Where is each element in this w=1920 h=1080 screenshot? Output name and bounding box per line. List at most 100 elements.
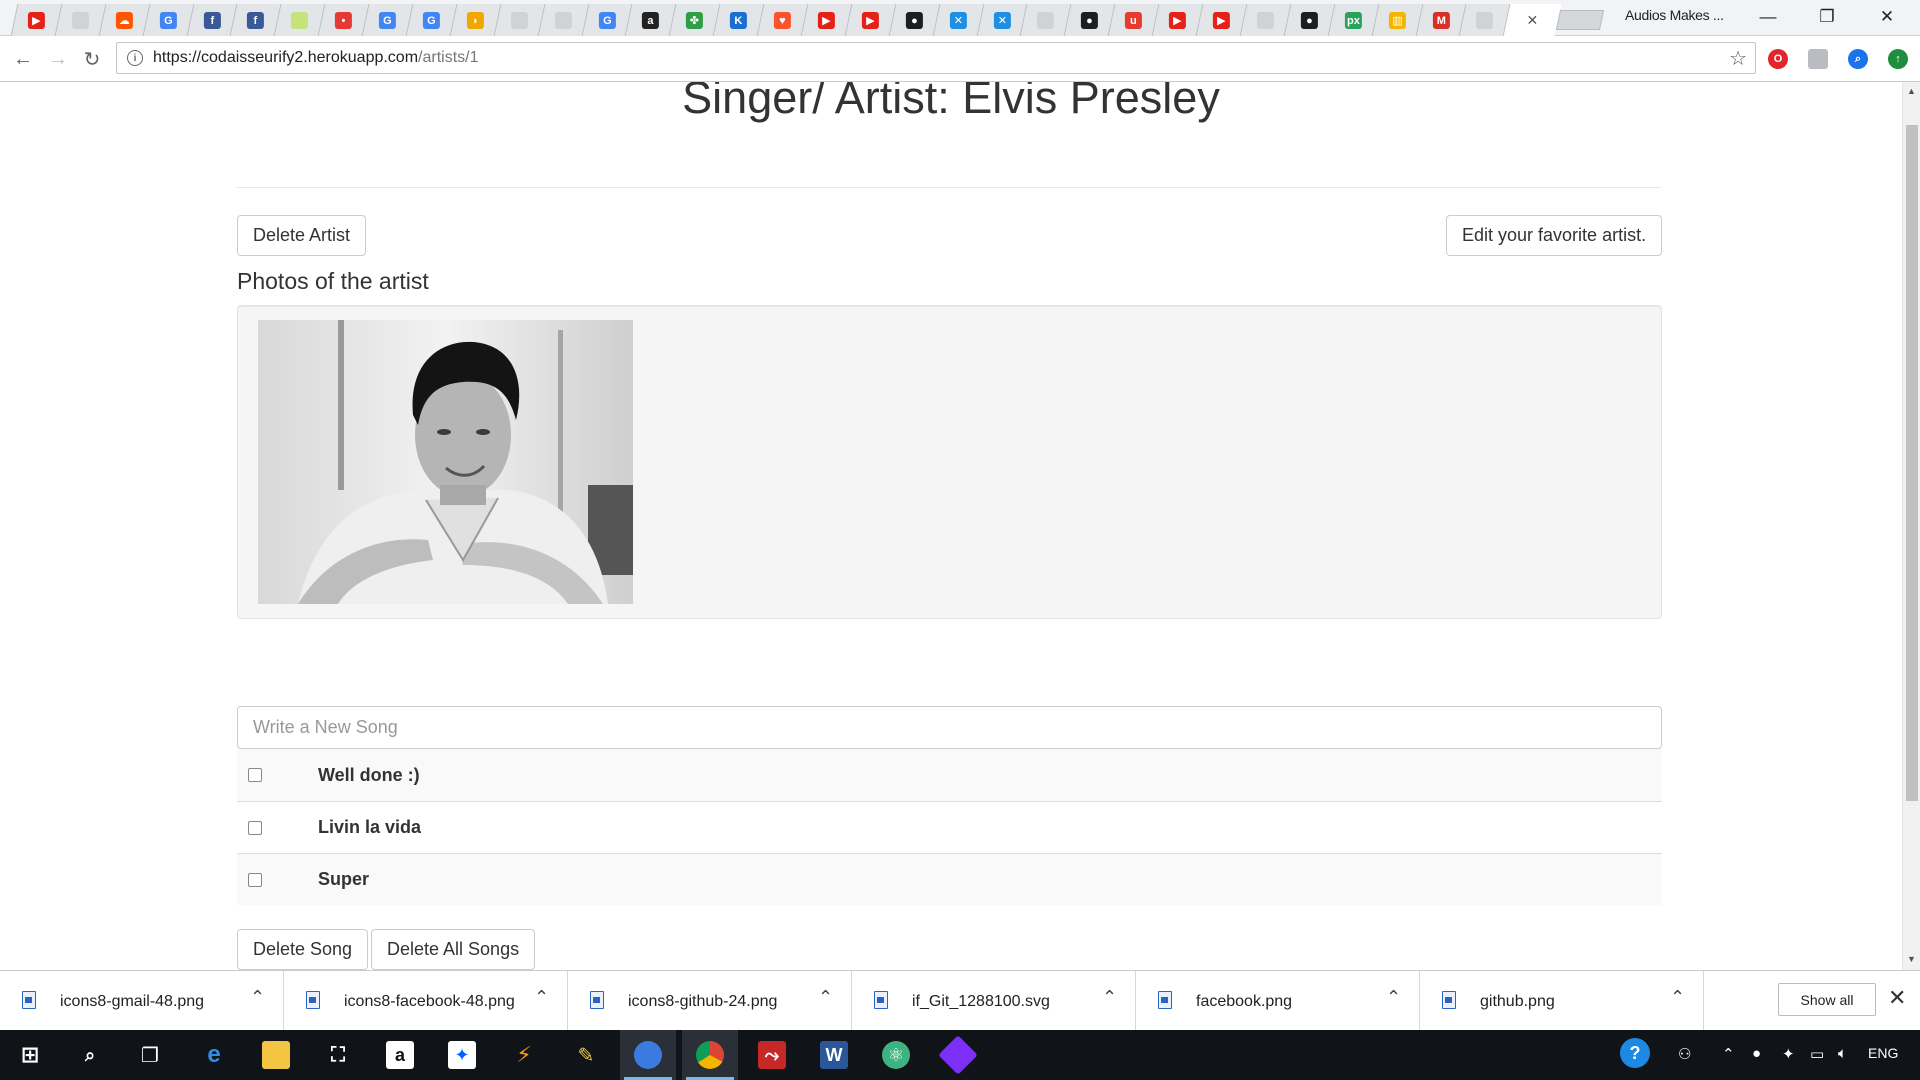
word-icon[interactable]: W (806, 1030, 862, 1080)
show-all-button[interactable]: Show all (1778, 983, 1876, 1016)
browser-tab[interactable]: • (317, 4, 369, 36)
browser-tab[interactable]: G (142, 4, 193, 36)
download-item[interactable]: if_Git_1288100.svg ⌃ (852, 971, 1136, 1031)
browser-tab[interactable] (493, 4, 545, 36)
dropbox-icon[interactable]: ✦ (434, 1030, 490, 1080)
browser-tab[interactable]: px (1327, 4, 1379, 36)
download-item[interactable]: github.png ⌃ (1420, 971, 1704, 1031)
browser-tab[interactable]: ▶ (1195, 4, 1247, 36)
chevron-up-icon[interactable]: ⌃ (534, 987, 549, 1008)
browser-tab[interactable]: ▶ (800, 4, 852, 36)
bookmark-star-icon[interactable]: ☆ (1729, 46, 1747, 71)
close-tab-icon[interactable]: ✕ (1524, 12, 1541, 29)
page-scrollbar[interactable]: ▲ ▼ (1902, 82, 1920, 970)
acrobat-icon[interactable]: ⤳ (744, 1030, 800, 1080)
tray-chevron-icon[interactable]: ⌃ (1722, 1045, 1735, 1063)
song-checkbox[interactable] (248, 872, 262, 887)
opera-icon[interactable]: O (1768, 49, 1788, 69)
download-item[interactable]: icons8-gmail-48.png ⌃ (0, 971, 284, 1031)
browser-tab[interactable]: ● (1063, 4, 1115, 36)
browser-tab[interactable]: G (581, 4, 632, 36)
browser-tab[interactable]: M (1415, 4, 1466, 36)
browser-tab[interactable]: G (405, 4, 457, 36)
chevron-up-icon[interactable]: ⌃ (250, 987, 265, 1008)
browser-tab[interactable] (1239, 4, 1291, 36)
dropbox-tray-icon[interactable]: ✦ (1782, 1045, 1795, 1063)
volume-icon[interactable]: 🔈︎ (1838, 1045, 1847, 1062)
browser-tab[interactable]: ▥ (1371, 4, 1422, 36)
browser-tab[interactable]: ♥ (756, 4, 808, 36)
back-icon[interactable]: ← (8, 44, 38, 74)
browser-tab[interactable]: ✕ (932, 4, 983, 36)
paint-icon[interactable]: ✎ (558, 1030, 614, 1080)
browser-tab[interactable]: ▶ (844, 4, 896, 36)
browser-tab[interactable]: ▶ (10, 4, 62, 36)
browser-tab[interactable] (54, 4, 106, 36)
file-explorer-icon[interactable] (248, 1030, 304, 1080)
song-checkbox[interactable] (248, 820, 262, 835)
download-item[interactable]: icons8-facebook-48.png ⌃ (284, 971, 568, 1031)
scroll-thumb[interactable] (1906, 125, 1918, 801)
minimize-icon[interactable]: — (1745, 4, 1791, 30)
chrome-window-icon[interactable] (620, 1030, 676, 1080)
browser-tab[interactable]: ◗ (449, 4, 501, 36)
info-icon[interactable]: i (127, 50, 143, 66)
browser-tab[interactable]: ✤ (668, 4, 720, 36)
browser-tab[interactable]: ▶ (1151, 4, 1203, 36)
forward-icon[interactable]: → (43, 44, 73, 74)
browser-tab[interactable] (1458, 4, 1510, 36)
chrome-icon[interactable] (682, 1030, 738, 1080)
delete-artist-button[interactable]: Delete Artist (237, 215, 367, 256)
download-item[interactable]: facebook.png ⌃ (1136, 971, 1420, 1031)
close-icon[interactable]: ✕ (1888, 985, 1906, 1011)
task-view-icon[interactable]: ❐ (122, 1030, 178, 1080)
restore-icon[interactable]: ❐ (1804, 4, 1850, 30)
people-icon[interactable]: ⚇ (1678, 1045, 1691, 1063)
close-window-icon[interactable]: ✕ (1864, 4, 1910, 30)
url-text[interactable]: https://codaisseurify2.herokuapp.com/art… (153, 49, 479, 67)
chevron-up-icon[interactable]: ⌃ (1670, 987, 1685, 1008)
sublime-icon[interactable]: ⚡ (496, 1030, 552, 1080)
chevron-up-icon[interactable]: ⌃ (1102, 987, 1117, 1008)
help-icon[interactable]: ? (1620, 1038, 1650, 1068)
search-extension-icon[interactable]: ⌕ (1848, 49, 1868, 69)
download-item[interactable]: icons8-github-24.png ⌃ (568, 971, 852, 1031)
browser-tab[interactable] (1020, 4, 1071, 36)
chevron-up-icon[interactable]: ⌃ (818, 987, 833, 1008)
browser-tab[interactable]: ● (888, 4, 940, 36)
scroll-up-icon[interactable]: ▲ (1907, 86, 1916, 96)
weather-icon[interactable]: ● (1752, 1045, 1761, 1062)
language-indicator[interactable]: ENG (1868, 1045, 1898, 1061)
amazon-icon[interactable]: a (372, 1030, 428, 1080)
active-browser-tab[interactable]: ✕ (1502, 4, 1562, 36)
browser-tab[interactable]: f (186, 4, 237, 36)
update-icon[interactable]: ↑ (1888, 49, 1908, 69)
delete-all-songs-button[interactable]: Delete All Songs (371, 929, 536, 970)
browser-tab[interactable]: ☁ (98, 4, 150, 36)
extension-icon[interactable] (1808, 49, 1828, 69)
browser-tab[interactable]: G (361, 4, 413, 36)
edge-icon[interactable]: e (186, 1030, 242, 1080)
browser-tab[interactable]: K (712, 4, 764, 36)
reload-icon[interactable]: ↻ (77, 44, 107, 74)
new-tab-button[interactable] (1556, 10, 1605, 30)
scroll-down-icon[interactable]: ▼ (1907, 954, 1916, 964)
address-bar[interactable]: i https://codaisseurify2.herokuapp.com/a… (116, 42, 1756, 74)
chevron-up-icon[interactable]: ⌃ (1386, 987, 1401, 1008)
search-icon[interactable]: ⌕ (62, 1030, 118, 1080)
browser-tab[interactable]: ✕ (976, 4, 1027, 36)
delete-song-button[interactable]: Delete Song (237, 929, 369, 970)
browser-tab[interactable] (537, 4, 588, 36)
atom-icon[interactable]: ⚛ (868, 1030, 924, 1080)
browser-tab[interactable]: ● (1283, 4, 1335, 36)
new-song-input[interactable] (237, 706, 1662, 749)
windows-start-icon[interactable]: ⊞ (2, 1030, 58, 1080)
battery-icon[interactable]: ▭ (1810, 1045, 1824, 1063)
browser-tab[interactable] (273, 4, 325, 36)
browser-tab[interactable]: f (230, 4, 281, 36)
browser-tab[interactable]: u (1107, 4, 1159, 36)
browser-tab[interactable]: a (625, 4, 676, 36)
store-icon[interactable]: ⛶ (310, 1030, 366, 1080)
edit-artist-button[interactable]: Edit your favorite artist. (1446, 215, 1663, 256)
profile-label[interactable]: Audios Makes ... (1625, 7, 1724, 23)
